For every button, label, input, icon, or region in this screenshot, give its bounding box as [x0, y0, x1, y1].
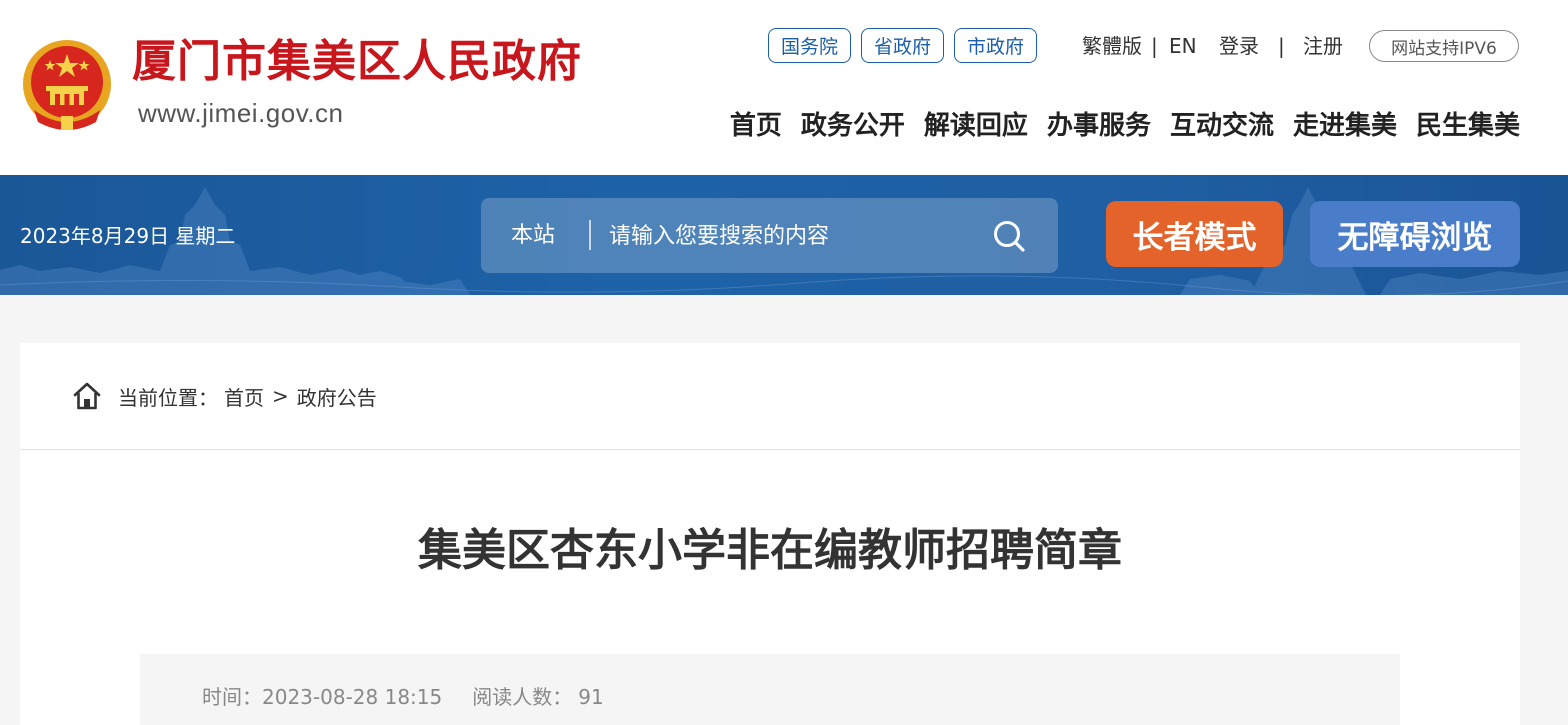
breadcrumb-separator: >	[272, 384, 289, 408]
traditional-chinese-link[interactable]: 繁體版	[1082, 32, 1142, 60]
search-divider	[589, 220, 591, 250]
meta-line: 时间：2023-08-28 18:15 阅读人数： 91	[202, 683, 604, 711]
main-nav: 首页 政务公开 解读回应 办事服务 互动交流 走进集美 民生集美	[730, 106, 1520, 146]
search-scope-select[interactable]: 本站	[511, 222, 555, 250]
search-box: 本站	[481, 198, 1058, 273]
search-icon[interactable]	[991, 218, 1027, 254]
time-label: 时间：	[202, 685, 262, 709]
breadcrumb: 当前位置： 首页 > 政府公告	[72, 381, 377, 411]
lang-separator: |	[1151, 34, 1158, 58]
nav-interpretation[interactable]: 解读回应	[924, 106, 1028, 146]
gov-links: 国务院 省政府 市政府	[768, 28, 1038, 63]
time-value: 2023-08-28 18:15	[262, 685, 443, 709]
breadcrumb-current-link[interactable]: 政府公告	[297, 382, 377, 411]
reads-value: 91	[578, 685, 604, 709]
reads-label: 阅读人数：	[472, 685, 573, 709]
login-link[interactable]: 登录	[1219, 32, 1259, 60]
content-panel: 当前位置： 首页 > 政府公告 集美区杏东小学非在编教师招聘简章 时间：2023…	[20, 343, 1520, 725]
article-meta: 时间：2023-08-28 18:15 阅读人数： 91	[140, 654, 1400, 725]
article-title: 集美区杏东小学非在编教师招聘简章	[418, 525, 1122, 576]
current-date: 2023年8月29日 星期二	[20, 224, 236, 248]
link-city-gov[interactable]: 市政府	[954, 28, 1038, 63]
auth-separator: |	[1278, 34, 1285, 58]
ipv6-badge: 网站支持IPV6	[1369, 30, 1519, 62]
register-link[interactable]: 注册	[1303, 32, 1343, 60]
breadcrumb-home-link[interactable]: 首页	[224, 382, 264, 411]
search-input[interactable]	[609, 214, 979, 258]
nav-gov-affairs[interactable]: 政务公开	[801, 106, 905, 146]
home-icon	[73, 382, 101, 410]
elder-mode-button[interactable]: 长者模式	[1106, 201, 1283, 267]
site-url: www.jimei.gov.cn	[138, 98, 344, 128]
nav-about-jimei[interactable]: 走进集美	[1293, 106, 1397, 146]
accessible-browsing-button[interactable]: 无障碍浏览	[1310, 201, 1520, 267]
national-emblem-icon[interactable]	[20, 38, 114, 134]
nav-services[interactable]: 办事服务	[1047, 106, 1151, 146]
read-count: 阅读人数： 91	[472, 685, 603, 709]
nav-interaction[interactable]: 互动交流	[1170, 106, 1274, 146]
english-link[interactable]: EN	[1169, 32, 1197, 60]
breadcrumb-divider	[20, 449, 1520, 450]
banner: 2023年8月29日 星期二 本站 长者模式 无障碍浏览	[0, 175, 1568, 295]
publish-time: 时间：2023-08-28 18:15	[202, 685, 442, 709]
breadcrumb-label: 当前位置：	[118, 385, 218, 410]
link-province-gov[interactable]: 省政府	[861, 28, 945, 63]
nav-livelihood[interactable]: 民生集美	[1416, 106, 1520, 146]
link-state-council[interactable]: 国务院	[768, 28, 852, 63]
site-header: 厦门市集美区人民政府 www.jimei.gov.cn 国务院 省政府 市政府 …	[0, 0, 1568, 175]
nav-home[interactable]: 首页	[730, 106, 782, 146]
site-title[interactable]: 厦门市集美区人民政府	[132, 40, 582, 84]
